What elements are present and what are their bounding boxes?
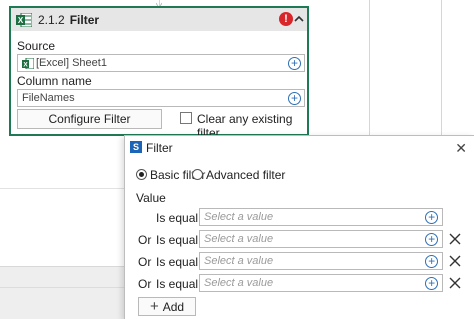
condition-placeholder: Select a value bbox=[204, 211, 274, 223]
or-label: Or bbox=[138, 233, 152, 247]
column-name-label: Column name bbox=[17, 74, 92, 88]
source-label: Source bbox=[17, 39, 56, 53]
filter-activity-card[interactable]: X 2.1.2 Filter ! Source X [Excel] Sheet1… bbox=[9, 6, 309, 140]
column-name-field[interactable]: FileNames + bbox=[17, 89, 305, 107]
condition-value-input[interactable]: Select a value + bbox=[199, 252, 443, 270]
add-variable-icon[interactable]: + bbox=[425, 255, 438, 268]
close-icon[interactable]: ✕ bbox=[455, 140, 467, 157]
condition-placeholder: Select a value bbox=[204, 277, 274, 289]
add-label: Add bbox=[162, 299, 185, 314]
or-label: Or bbox=[138, 277, 152, 291]
remove-condition-icon[interactable] bbox=[449, 255, 461, 267]
advanced-filter-radio[interactable] bbox=[192, 169, 203, 180]
dialog-title: Filter bbox=[146, 141, 173, 155]
condition-value-input[interactable]: Select a value + bbox=[199, 274, 443, 292]
configure-filter-button[interactable]: Configure Filter bbox=[17, 109, 162, 129]
condition-value-input[interactable]: Select a value + bbox=[199, 208, 443, 226]
plus-icon: + bbox=[149, 297, 159, 315]
advanced-filter-label: Advanced filter bbox=[206, 168, 286, 182]
chevron-up-icon[interactable] bbox=[293, 13, 305, 25]
source-value: [Excel] Sheet1 bbox=[36, 57, 107, 69]
activity-title: Filter bbox=[69, 12, 100, 27]
filter-dialog: S Filter ✕ Basic filter Advanced filter … bbox=[124, 135, 474, 319]
condition-placeholder: Select a value bbox=[204, 233, 274, 245]
bottom-panel bbox=[0, 266, 125, 319]
source-field[interactable]: X [Excel] Sheet1 + bbox=[17, 54, 305, 72]
canvas-divider bbox=[441, 0, 442, 136]
svg-text:X: X bbox=[18, 16, 24, 25]
clear-filter-checkbox[interactable] bbox=[180, 112, 192, 124]
add-condition-button[interactable]: + Add bbox=[138, 297, 196, 316]
card-header[interactable]: X 2.1.2 Filter ! bbox=[11, 8, 307, 31]
column-name-value: FileNames bbox=[22, 92, 75, 104]
condition-value-input[interactable]: Select a value + bbox=[199, 230, 443, 248]
remove-condition-icon[interactable] bbox=[449, 233, 461, 245]
excel-icon: X bbox=[16, 12, 32, 27]
canvas-divider bbox=[0, 188, 125, 189]
app-logo-icon: S bbox=[130, 141, 142, 153]
add-variable-icon[interactable]: + bbox=[288, 92, 301, 105]
basic-filter-radio[interactable] bbox=[136, 169, 147, 180]
error-icon[interactable]: ! bbox=[279, 12, 293, 26]
svg-text:X: X bbox=[23, 61, 28, 68]
remove-condition-icon[interactable] bbox=[449, 277, 461, 289]
add-variable-icon[interactable]: + bbox=[425, 211, 438, 224]
add-variable-icon[interactable]: + bbox=[425, 277, 438, 290]
canvas-divider bbox=[369, 0, 370, 136]
add-variable-icon[interactable]: + bbox=[288, 57, 301, 70]
value-label: Value bbox=[136, 191, 166, 205]
step-number: 2.1.2 bbox=[38, 12, 65, 27]
excel-sheet-icon: X bbox=[22, 57, 34, 69]
add-variable-icon[interactable]: + bbox=[425, 233, 438, 246]
bottom-panel-divider bbox=[0, 287, 125, 288]
condition-placeholder: Select a value bbox=[204, 255, 274, 267]
or-label: Or bbox=[138, 255, 152, 269]
